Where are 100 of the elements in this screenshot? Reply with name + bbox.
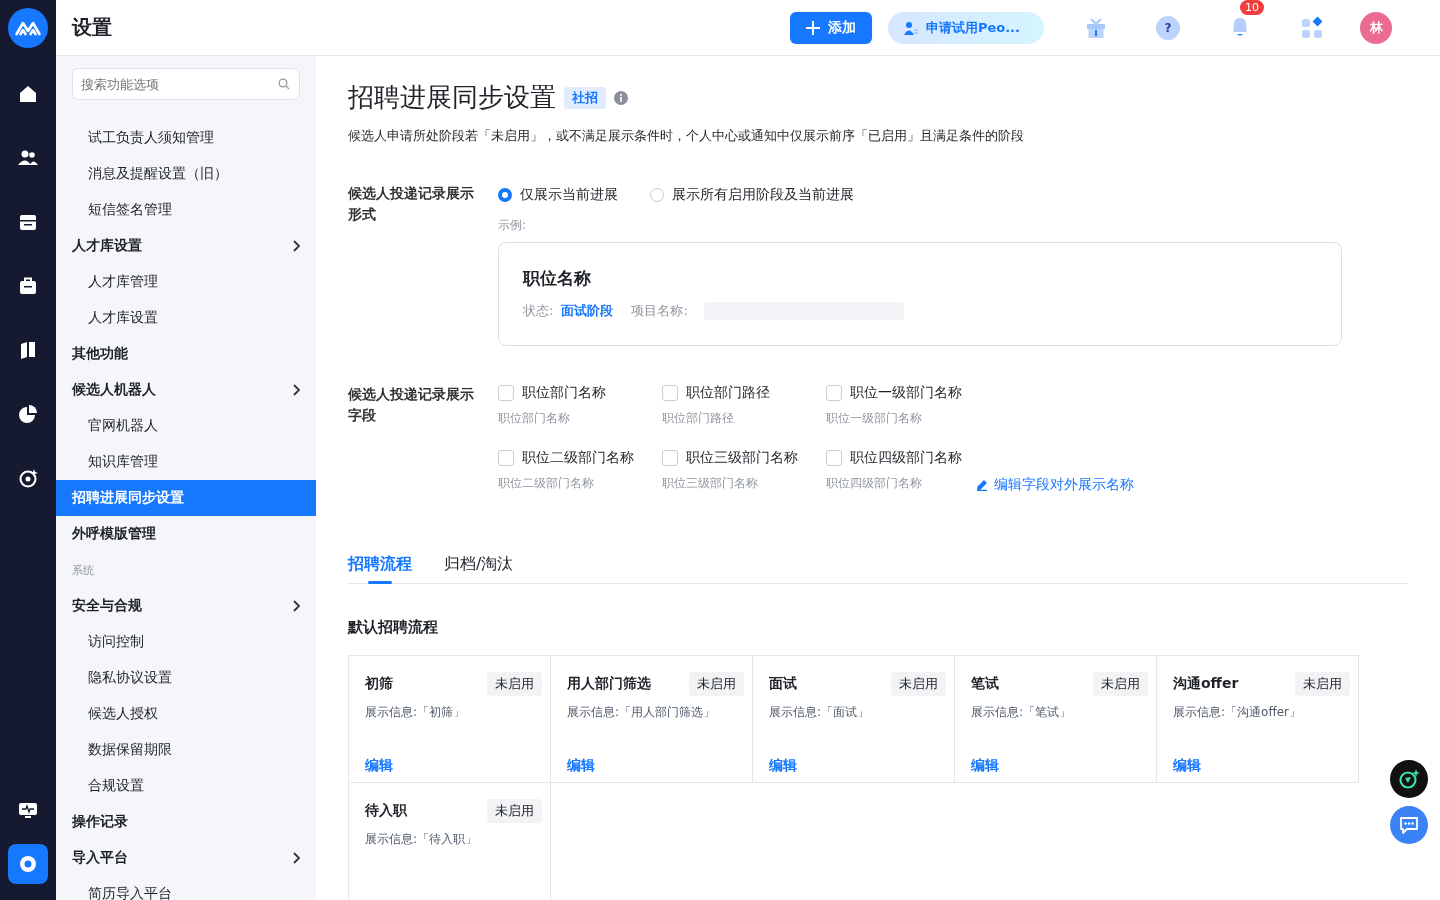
sidebar-item[interactable]: 数据保留期限 bbox=[56, 732, 316, 768]
sidebar-item[interactable]: 访问控制 bbox=[56, 624, 316, 660]
ring-icon bbox=[18, 854, 38, 874]
field-checkbox[interactable]: 职位二级部门名称 bbox=[498, 449, 662, 467]
edit-link[interactable]: 编辑 bbox=[365, 757, 393, 775]
sidebar-item[interactable]: 导入平台 bbox=[56, 840, 316, 876]
sidebar-item[interactable]: 消息及提醒设置（旧） bbox=[56, 156, 316, 192]
stage-info: 展示信息:「初筛」 bbox=[365, 704, 467, 721]
example-label: 示例: bbox=[498, 217, 528, 234]
sidebar-item[interactable]: 隐私协议设置 bbox=[56, 660, 316, 696]
settings-title: 招聘进展同步设置 bbox=[348, 81, 556, 114]
ai-assistant-button[interactable] bbox=[1390, 760, 1428, 798]
stage-name: 初筛 bbox=[365, 675, 393, 693]
stage-info: 展示信息:「笔试」 bbox=[971, 704, 1073, 721]
field-hint: 职位二级部门名称 bbox=[498, 475, 595, 492]
sidebar-item[interactable]: 知识库管理 bbox=[56, 444, 316, 480]
description-text: 候选人申请所处阶段若「未启用」，或不满足展示条件时，个人中心或通知中仅展示前序「已启用」且满足条件的阶段 bbox=[348, 127, 1025, 145]
field-hint: 职位一级部门名称 bbox=[826, 410, 923, 427]
field-checkbox[interactable]: 职位一级部门名称 bbox=[826, 384, 976, 402]
logo-icon[interactable] bbox=[8, 8, 48, 48]
field-checkbox[interactable]: 职位四级部门名称 bbox=[826, 449, 976, 467]
stage-name: 沟通offer bbox=[1173, 675, 1239, 693]
pie-chart-icon[interactable] bbox=[18, 404, 38, 424]
briefcase-icon[interactable] bbox=[18, 276, 38, 296]
sidebar-item[interactable]: 短信签名管理 bbox=[56, 192, 316, 228]
settings-app-button[interactable] bbox=[8, 844, 48, 884]
radio-option[interactable]: 展示所有启用阶段及当前进展 bbox=[650, 186, 854, 204]
sidebar-item[interactable]: 候选人授权 bbox=[56, 696, 316, 732]
chat-icon bbox=[1398, 814, 1420, 836]
status-tag: 未启用 bbox=[487, 672, 542, 696]
monitor-icon[interactable] bbox=[18, 800, 38, 820]
stage-name: 用人部门筛选 bbox=[567, 675, 651, 693]
recruit-tag: 社招 bbox=[564, 86, 606, 109]
edit-link[interactable]: 编辑 bbox=[1173, 757, 1201, 775]
person-icon bbox=[903, 20, 918, 35]
stage-name: 笔试 bbox=[971, 675, 999, 693]
status-tag: 未启用 bbox=[487, 799, 542, 823]
stage-name: 面试 bbox=[769, 675, 797, 693]
field-checkbox[interactable]: 职位部门路径 bbox=[662, 384, 826, 402]
calendar-icon[interactable] bbox=[18, 212, 38, 232]
field-checkbox[interactable]: 职位部门名称 bbox=[498, 384, 662, 402]
target-icon[interactable] bbox=[18, 468, 38, 488]
edit-link[interactable]: 编辑 bbox=[567, 757, 595, 775]
sidebar-item[interactable]: 招聘进展同步设置 bbox=[56, 480, 316, 516]
plus-icon bbox=[805, 20, 820, 35]
stage-info: 展示信息:「待入职」 bbox=[365, 831, 479, 848]
chevron-icon bbox=[292, 240, 300, 252]
sidebar-item[interactable]: 其他功能 bbox=[56, 336, 316, 372]
field-hint: 职位三级部门名称 bbox=[662, 475, 759, 492]
help-button[interactable]: ? bbox=[1156, 15, 1180, 40]
notification-badge: 10 bbox=[1240, 0, 1264, 15]
tab[interactable]: 招聘流程 bbox=[348, 554, 412, 583]
apps-icon[interactable] bbox=[1300, 15, 1324, 40]
stage-info: 展示信息:「沟通offer」 bbox=[1173, 704, 1302, 721]
chevron-icon bbox=[292, 384, 300, 396]
pencil-icon bbox=[976, 479, 988, 491]
project-label: 项目名称: bbox=[631, 302, 688, 320]
sidebar-item[interactable]: 人才库管理 bbox=[56, 264, 316, 300]
status-tag: 未启用 bbox=[1093, 672, 1148, 696]
sidebar-item[interactable]: 外呼模版管理 bbox=[56, 516, 316, 552]
chat-button[interactable] bbox=[1390, 806, 1428, 844]
status-value: 面试阶段 bbox=[561, 302, 614, 320]
radio-option[interactable]: 仅展示当前进展 bbox=[498, 186, 618, 204]
chevron-icon bbox=[292, 600, 300, 612]
stage-info: 展示信息:「面试」 bbox=[769, 704, 871, 721]
status-tag: 未启用 bbox=[891, 672, 946, 696]
chevron-icon bbox=[292, 852, 300, 864]
sparkle-target-icon bbox=[1398, 768, 1420, 790]
sidebar-item[interactable]: 安全与合规 bbox=[56, 588, 316, 624]
sidebar-item[interactable]: 试工负责人须知管理 bbox=[56, 120, 316, 156]
form-label: 候选人投递记录展示字段 bbox=[348, 385, 475, 425]
sidebar-item[interactable]: 候选人机器人 bbox=[56, 372, 316, 408]
book-icon[interactable] bbox=[18, 340, 38, 360]
field-hint: 职位四级部门名称 bbox=[826, 475, 923, 492]
stage-info: 展示信息:「用人部门筛选」 bbox=[567, 704, 717, 721]
edit-link[interactable]: 编辑 bbox=[769, 757, 797, 775]
sidebar-item[interactable]: 官网机器人 bbox=[56, 408, 316, 444]
sidebar-item[interactable]: 简历导入平台 bbox=[56, 876, 316, 900]
search-icon bbox=[278, 78, 290, 90]
sidebar-item[interactable]: 人才库设置 bbox=[56, 228, 316, 264]
status-tag: 未启用 bbox=[689, 672, 744, 696]
page-heading: 设置 bbox=[72, 14, 112, 41]
edit-names-link[interactable]: 编辑字段对外展示名称 bbox=[976, 476, 1178, 494]
add-button[interactable]: 添加 bbox=[789, 11, 872, 44]
field-hint: 职位部门路径 bbox=[662, 410, 735, 427]
job-title: 职位名称 bbox=[523, 267, 592, 290]
section-title: 默认招聘流程 bbox=[348, 618, 439, 637]
people-icon[interactable] bbox=[18, 148, 38, 168]
sidebar-item[interactable]: 操作记录 bbox=[56, 804, 316, 840]
tab[interactable]: 归档/淘汰 bbox=[444, 554, 514, 583]
field-checkbox[interactable]: 职位三级部门名称 bbox=[662, 449, 826, 467]
home-icon[interactable] bbox=[18, 84, 38, 104]
info-icon[interactable] bbox=[614, 90, 628, 105]
section-label: 系统 bbox=[71, 562, 95, 579]
edit-link[interactable]: 编辑 bbox=[971, 757, 999, 775]
status-label: 状态: bbox=[523, 302, 554, 320]
field-hint: 职位部门名称 bbox=[498, 410, 571, 427]
sidebar-item[interactable]: 人才库设置 bbox=[56, 300, 316, 336]
search-field[interactable]: 搜索功能选项 bbox=[72, 68, 300, 100]
sidebar-item[interactable]: 合规设置 bbox=[56, 768, 316, 804]
